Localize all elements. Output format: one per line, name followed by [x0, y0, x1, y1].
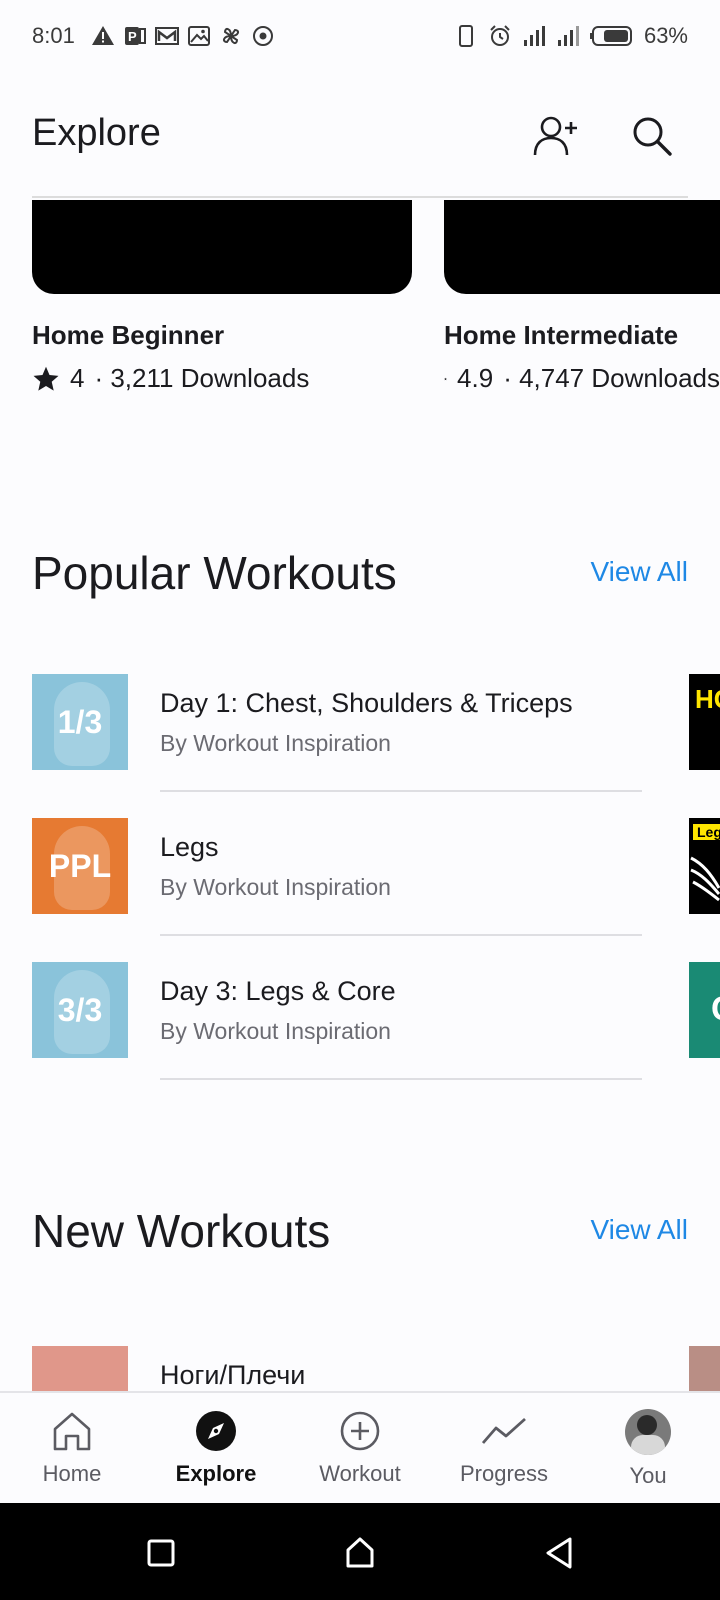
workout-title: Ноги/Плечи	[160, 1360, 306, 1390]
row-divider	[160, 1078, 642, 1080]
row-divider	[160, 790, 642, 792]
svg-text:P: P	[128, 29, 137, 44]
next-workout-thumbnail[interactable]	[689, 1346, 720, 1391]
peek-thumb-label: C	[711, 990, 720, 1029]
plan-rating: 4	[70, 363, 85, 393]
status-bar: 8:01 P 63%	[0, 0, 720, 72]
app-header: Explore	[0, 90, 720, 182]
plan-title: Home Intermediate	[444, 320, 679, 350]
record-icon	[252, 26, 273, 46]
workout-author: By Workout Inspiration	[160, 874, 391, 900]
next-workout-thumbnail[interactable]: C	[689, 962, 720, 1058]
signal-icon	[557, 26, 579, 46]
workout-list-item[interactable]: Ноги/Плечи	[32, 1346, 642, 1391]
workout-list-item[interactable]: 1/3 Day 1: Chest, Shoulders & Triceps By…	[32, 674, 642, 792]
add-friend-button[interactable]	[528, 108, 584, 164]
warning-icon	[91, 26, 114, 45]
nav-home-label: Home	[42, 1461, 102, 1486]
status-time: 8:01	[32, 23, 75, 48]
workout-title: Day 3: Legs & Core	[160, 976, 396, 1006]
pinwheel-icon	[222, 27, 239, 45]
workout-thumbnail: 3/3	[32, 962, 128, 1058]
plan-title: Home Beginner	[32, 320, 225, 350]
star-icon	[444, 377, 447, 380]
back-icon[interactable]	[540, 1533, 580, 1573]
wing-icon	[690, 856, 720, 902]
popular-workouts-title: Popular Workouts	[32, 547, 397, 599]
nav-you[interactable]: You	[576, 1393, 720, 1505]
plus-circle-icon	[340, 1411, 380, 1451]
search-icon	[633, 117, 672, 156]
nav-home[interactable]: Home	[0, 1393, 144, 1505]
search-button[interactable]	[624, 108, 680, 164]
star-icon	[33, 366, 59, 391]
home-icon	[53, 1412, 91, 1451]
header-divider	[32, 196, 688, 198]
recents-icon[interactable]	[140, 1533, 180, 1573]
row-divider	[160, 934, 642, 936]
new-view-all-link[interactable]: View All	[590, 1214, 688, 1246]
new-workouts-title: New Workouts	[32, 1205, 331, 1257]
gallery-icon	[187, 26, 210, 46]
workout-thumb-label: 1/3	[57, 703, 103, 740]
battery-icon	[589, 26, 632, 46]
plan-downloads: · 4,747 Downloads	[503, 363, 720, 393]
avatar	[625, 1409, 671, 1455]
plan-rating: 4.9	[457, 363, 494, 393]
peek-thumb-label: Leg	[693, 824, 720, 840]
workout-title: Day 1: Chest, Shoulders & Triceps	[160, 688, 573, 718]
plan-meta: 4.9 · 4,747 Downloads	[444, 363, 720, 394]
popular-view-all-link[interactable]: View All	[590, 556, 688, 588]
workout-author: By Workout Inspiration	[160, 730, 391, 756]
nav-explore-label: Explore	[175, 1461, 257, 1486]
nav-you-label: You	[629, 1463, 667, 1488]
nav-explore[interactable]: Explore	[144, 1393, 288, 1505]
system-navigation-bar	[0, 1503, 720, 1600]
peek-thumb-label: HO	[695, 684, 720, 714]
vibrate-icon	[458, 25, 473, 47]
workout-list-item[interactable]: 3/3 Day 3: Legs & Core By Workout Inspir…	[32, 962, 642, 1080]
add-person-icon	[533, 116, 577, 156]
workout-list-item[interactable]: PPL Legs By Workout Inspiration	[32, 818, 642, 936]
workout-thumb-label: 3/3	[57, 991, 103, 1028]
workout-thumb-label: PPL	[48, 847, 112, 884]
signal-icon	[523, 26, 545, 46]
plan-thumbnail	[32, 200, 412, 294]
page-title: Explore	[32, 112, 161, 154]
alarm-icon	[490, 25, 510, 46]
parking-icon: P	[124, 27, 146, 45]
plan-card[interactable]: Home Beginner 4 · 3,211 Downloads	[32, 200, 412, 394]
plan-downloads: · 3,211 Downloads	[94, 363, 310, 393]
plan-card[interactable]: Home Intermediate 4.9 · 4,747 Downloads	[444, 200, 720, 394]
trend-icon	[481, 1417, 526, 1444]
home-system-icon[interactable]	[340, 1533, 380, 1573]
workout-thumbnail: PPL	[32, 818, 128, 914]
workout-thumbnail	[32, 1346, 128, 1391]
workout-title: Legs	[160, 832, 219, 862]
battery-percentage: 63%	[643, 23, 688, 48]
next-workout-thumbnail[interactable]: Leg	[689, 818, 720, 914]
workout-thumbnail: 1/3	[32, 674, 128, 770]
nav-progress[interactable]: Progress	[432, 1393, 576, 1505]
plan-thumbnail	[444, 200, 720, 294]
workout-author: By Workout Inspiration	[160, 1018, 391, 1044]
bottom-navigation: Home Explore Workout Progress You	[0, 1391, 720, 1503]
gmail-icon	[154, 27, 179, 45]
next-workout-thumbnail[interactable]: HO	[689, 674, 720, 770]
nav-progress-label: Progress	[459, 1461, 549, 1486]
nav-workout-label: Workout	[319, 1461, 401, 1486]
plan-meta: 4 · 3,211 Downloads	[32, 363, 412, 394]
nav-workout[interactable]: Workout	[288, 1393, 432, 1505]
compass-icon	[196, 1411, 236, 1451]
